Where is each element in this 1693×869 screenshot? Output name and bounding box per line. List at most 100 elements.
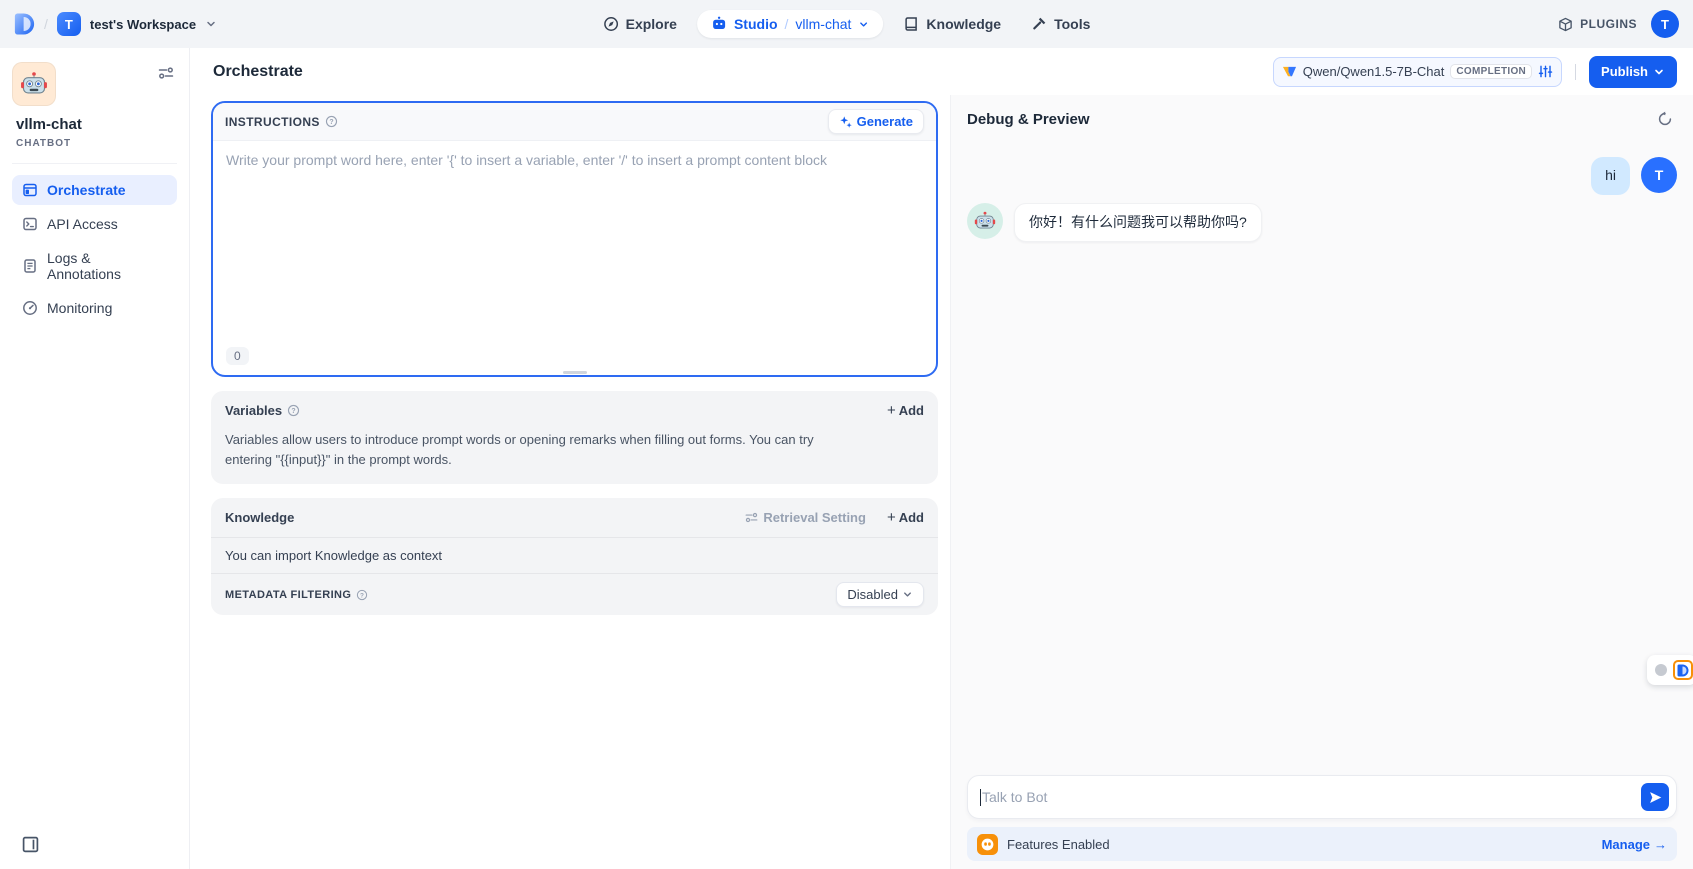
assistant-message-bubble: 你好！有什么问题我可以帮助你吗? <box>1014 203 1262 243</box>
workspace-name[interactable]: test's Workspace <box>90 17 196 32</box>
robot-icon <box>711 16 727 32</box>
window-icon <box>22 182 38 198</box>
model-selector[interactable]: Qwen/Qwen1.5-7B-Chat COMPLETION <box>1273 57 1562 87</box>
nav-explore[interactable]: Explore <box>593 10 687 38</box>
nav-tools[interactable]: Tools <box>1021 10 1100 38</box>
page-title: Orchestrate <box>213 63 303 81</box>
metadata-filtering-value: Disabled <box>847 587 898 602</box>
chat-message-user: hi T <box>967 157 1677 195</box>
instructions-title: INSTRUCTIONS <box>225 115 320 129</box>
sidebar-item-orchestrate[interactable]: Orchestrate <box>12 175 177 205</box>
header-right-area: PLUGINS T <box>1558 10 1679 38</box>
extension-float-widget[interactable] <box>1647 655 1693 685</box>
instructions-editor-area <box>213 141 936 347</box>
breadcrumb-separator: / <box>785 16 789 32</box>
char-count-badge: 0 <box>226 347 249 365</box>
retrieval-setting-button[interactable]: Retrieval Setting <box>745 510 866 525</box>
text-caret <box>980 789 981 806</box>
bot-chat-avatar <box>967 203 1003 239</box>
sidebar-item-api-access[interactable]: API Access <box>12 209 177 239</box>
variables-panel: Variables ? + Add Variables allow users … <box>211 391 938 484</box>
toolbar-right-group: Qwen/Qwen1.5-7B-Chat COMPLETION Publish <box>1273 56 1677 88</box>
book-icon <box>903 16 919 32</box>
terminal-icon <box>22 216 38 232</box>
nav-tools-label: Tools <box>1054 16 1090 32</box>
generate-button[interactable]: Generate <box>828 109 924 134</box>
app-sidebar: vllm-chat CHATBOT Orchestrate API Access… <box>0 48 190 869</box>
add-variable-button[interactable]: + Add <box>887 403 924 418</box>
nav-studio-label: Studio <box>734 16 778 32</box>
sidebar-item-label: Orchestrate <box>47 182 126 198</box>
robot-emoji-icon <box>974 210 996 232</box>
help-icon[interactable]: ? <box>325 115 338 128</box>
metadata-filtering-row: METADATA FILTERING ? Disabled <box>211 573 938 615</box>
retrieval-setting-label: Retrieval Setting <box>763 510 866 525</box>
sidebar-divider <box>12 163 177 164</box>
robot-emoji-icon <box>20 70 48 98</box>
svg-text:?: ? <box>360 592 364 599</box>
svg-text:?: ? <box>329 119 333 126</box>
plugins-label: PLUGINS <box>1580 17 1637 31</box>
chat-input-box <box>967 775 1677 819</box>
instructions-header: INSTRUCTIONS ? Generate <box>213 103 936 141</box>
dify-logo[interactable] <box>14 12 35 36</box>
model-settings-icon[interactable] <box>1538 64 1553 79</box>
knowledge-description: You can import Knowledge as context <box>211 537 938 573</box>
toolbar-divider <box>1575 64 1576 80</box>
plus-icon: + <box>887 510 896 525</box>
user-chat-avatar: T <box>1641 157 1677 193</box>
package-icon <box>1558 17 1573 32</box>
manage-label: Manage <box>1602 837 1650 852</box>
chevron-down-icon <box>1653 66 1665 78</box>
nav-explore-label: Explore <box>626 16 677 32</box>
variables-header: Variables ? + Add <box>211 391 938 430</box>
help-icon[interactable]: ? <box>287 404 300 417</box>
metadata-filtering-select[interactable]: Disabled <box>836 582 924 607</box>
vllm-logo-icon <box>1282 64 1297 79</box>
knowledge-header: Knowledge Retrieval Setting + Add <box>211 498 938 537</box>
plus-icon: + <box>887 403 896 418</box>
gray-dot-icon <box>1655 664 1667 676</box>
resize-handle[interactable] <box>563 371 587 374</box>
nav-knowledge-label: Knowledge <box>926 16 1001 32</box>
chat-message-list: hi T <box>967 131 1677 775</box>
variables-description: Variables allow users to introduce promp… <box>211 430 861 484</box>
sidebar-item-label: Logs & Annotations <box>47 250 167 282</box>
knowledge-title: Knowledge <box>225 510 294 525</box>
explore-icon <box>603 16 619 32</box>
publish-button[interactable]: Publish <box>1589 56 1677 88</box>
workspace-avatar[interactable]: T <box>57 12 81 36</box>
dify-mini-logo[interactable] <box>1673 660 1693 680</box>
debug-header: Debug & Preview <box>967 95 1677 131</box>
hammer-icon <box>1031 16 1047 32</box>
add-label: Add <box>899 510 924 525</box>
sidebar-item-monitoring[interactable]: Monitoring <box>12 293 177 323</box>
svg-text:?: ? <box>291 408 295 415</box>
send-button[interactable] <box>1641 783 1669 811</box>
app-icon[interactable] <box>12 62 56 106</box>
nav-knowledge[interactable]: Knowledge <box>893 10 1011 38</box>
document-icon <box>22 258 38 274</box>
restart-conversation-icon[interactable] <box>1653 107 1677 131</box>
page-toolbar: Orchestrate Qwen/Qwen1.5-7B-Chat COMPLET… <box>190 48 1693 95</box>
app-operations-icon[interactable] <box>155 62 177 84</box>
chevron-down-icon[interactable] <box>858 19 869 30</box>
sidebar-item-label: Monitoring <box>47 300 112 316</box>
nav-studio-app-name: vllm-chat <box>795 16 851 32</box>
chevron-down-icon[interactable] <box>205 18 217 30</box>
variables-title: Variables <box>225 403 282 418</box>
instructions-panel: INSTRUCTIONS ? Generate <box>211 101 938 377</box>
help-icon[interactable]: ? <box>356 589 368 601</box>
add-knowledge-button[interactable]: + Add <box>887 510 924 525</box>
manage-features-button[interactable]: Manage → <box>1602 837 1667 852</box>
nav-studio-active[interactable]: Studio / vllm-chat <box>697 10 883 38</box>
plugins-button[interactable]: PLUGINS <box>1558 17 1637 32</box>
collapse-sidebar-icon[interactable] <box>18 832 43 857</box>
main-nav: Explore Studio / vllm-chat Knowledge Too… <box>593 0 1101 48</box>
instructions-textarea[interactable] <box>226 152 923 347</box>
chat-input-area <box>967 775 1677 819</box>
chat-input[interactable] <box>982 789 1628 805</box>
user-avatar[interactable]: T <box>1651 10 1679 38</box>
sidebar-item-logs-annotations[interactable]: Logs & Annotations <box>12 243 177 289</box>
debug-title: Debug & Preview <box>967 111 1090 128</box>
